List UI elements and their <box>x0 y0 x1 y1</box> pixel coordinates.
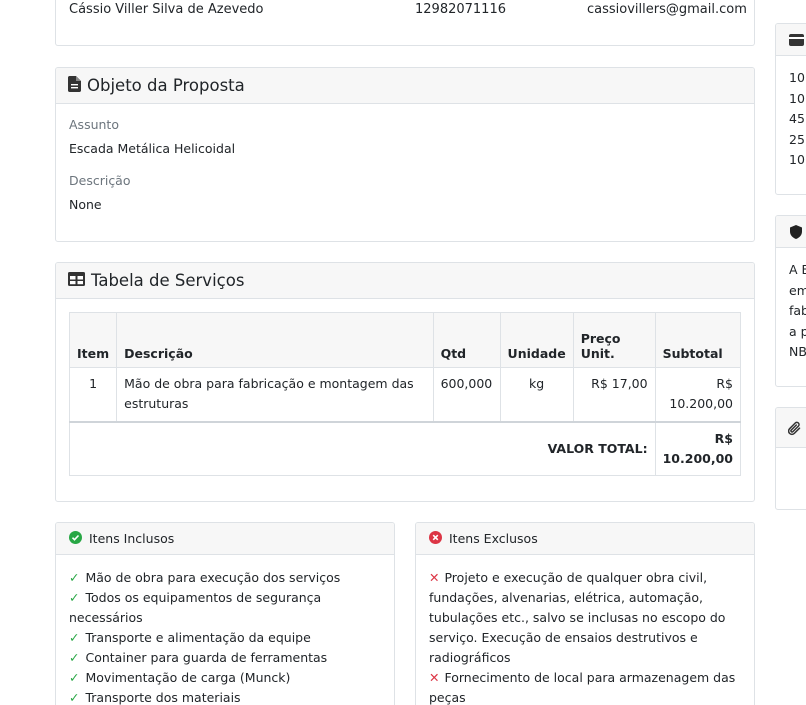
cell-unidade: kg <box>499 367 574 422</box>
warranty-lines: A E em fab a p NB <box>789 262 806 359</box>
times-circle-icon <box>429 530 442 547</box>
cell-preco: R$ 17,00 <box>572 367 656 422</box>
contact-card: Cássio Viller Silva de Azevedo 129820711… <box>55 0 755 46</box>
list-item: ✓ Movimentação de carga (Munck) <box>69 670 291 685</box>
table-row: 1 Mão de obra para fabricação e montagem… <box>68 367 742 422</box>
warranty-header <box>776 216 806 248</box>
check-circle-icon <box>69 530 82 547</box>
th-qtd: Qtd <box>432 312 501 368</box>
contact-name: Cássio Viller Silva de Azevedo <box>69 2 264 17</box>
inclusos-card: Itens Inclusos ✓ Mão de obra para execuçã… <box>55 522 395 705</box>
inclusos-list: ✓ Mão de obra para execução dos serviços … <box>69 568 384 705</box>
check-icon: ✓ <box>69 670 80 685</box>
list-item: ✓ Todos os equipamentos de segurança nece… <box>69 590 322 625</box>
total-value: R$ 10.200,00 <box>654 420 742 476</box>
inclusos-header: Itens Inclusos <box>56 523 394 555</box>
description-label: Descrição <box>69 173 131 188</box>
times-icon: ✕ <box>429 670 440 685</box>
th-item: Item <box>68 312 118 368</box>
paperclip-icon <box>787 421 802 440</box>
table-icon <box>68 271 85 290</box>
payment-lines: 10 10 45 25 10 <box>789 70 805 167</box>
th-subtotal: Subtotal <box>654 312 742 368</box>
th-unidade: Unidade <box>499 312 574 368</box>
objeto-card: Objeto da Proposta Assunto Escada Metáli… <box>55 67 755 242</box>
check-icon: ✓ <box>69 590 80 605</box>
objeto-title: Objeto da Proposta <box>87 76 245 95</box>
list-item: ✓ Container para guarda de ferramentas <box>69 650 328 665</box>
list-item: ✓ Mão de obra para execução dos serviços <box>69 570 341 585</box>
total-label: VALOR TOTAL: <box>69 420 656 476</box>
table-header-row: Item Descrição Qtd Unidade Preço Unit. Su… <box>68 312 742 368</box>
description-value: None <box>69 197 102 212</box>
payment-header <box>776 24 806 56</box>
payment-card: 10 10 45 25 10 <box>775 23 806 195</box>
file-icon <box>68 75 81 96</box>
th-descricao: Descrição <box>116 312 434 368</box>
shield-icon <box>790 225 802 243</box>
times-icon: ✕ <box>429 570 440 585</box>
subject-value: Escada Metálica Helicoidal <box>69 141 236 156</box>
list-item: ✓ Transporte dos materiais <box>69 690 241 705</box>
exclusos-card: Itens Exclusos ✕ Projeto e execução de qu… <box>415 522 755 705</box>
cell-item: 1 <box>68 367 118 422</box>
exclusos-header: Itens Exclusos <box>416 523 754 555</box>
tabela-card: Tabela de Serviços Item Descrição Qtd Un… <box>55 262 755 502</box>
attachments-header <box>776 408 806 448</box>
contact-email: cassiovillers@gmail.com <box>587 2 747 17</box>
list-item: ✓ Transporte e alimentação da equipe <box>69 630 311 645</box>
exclusos-list: ✕ Projeto e execução de qualquer obra civ… <box>429 568 744 705</box>
warranty-card: A E em fab a p NB <box>775 215 806 387</box>
credit-card-icon <box>789 34 804 50</box>
inclusos-title: Itens Inclusos <box>89 531 175 546</box>
table-total-row: VALOR TOTAL: R$ 10.200,00 <box>69 420 742 476</box>
cell-qtd: 600,000 <box>432 367 501 422</box>
tabela-header: Tabela de Serviços <box>56 263 754 299</box>
tabela-title: Tabela de Serviços <box>91 271 245 290</box>
check-icon: ✓ <box>69 690 80 705</box>
subject-label: Assunto <box>69 117 119 132</box>
cell-subtotal: R$ 10.200,00 <box>654 367 742 422</box>
attachments-card <box>775 407 806 510</box>
list-item: ✕ Projeto e execução de qualquer obra civ… <box>429 570 726 665</box>
objeto-header: Objeto da Proposta <box>56 68 754 104</box>
cell-descricao: Mão de obra para fabricação e montagem d… <box>116 367 434 422</box>
exclusos-title: Itens Exclusos <box>449 531 538 546</box>
list-item: ✕ Fornecimento de local para armazenagem … <box>429 670 736 705</box>
services-table: Item Descrição Qtd Unidade Preço Unit. Su… <box>68 312 742 476</box>
check-icon: ✓ <box>69 570 80 585</box>
check-icon: ✓ <box>69 650 80 665</box>
th-preco: Preço Unit. <box>572 312 656 368</box>
check-icon: ✓ <box>69 630 80 645</box>
contact-phone: 12982071116 <box>415 2 506 17</box>
